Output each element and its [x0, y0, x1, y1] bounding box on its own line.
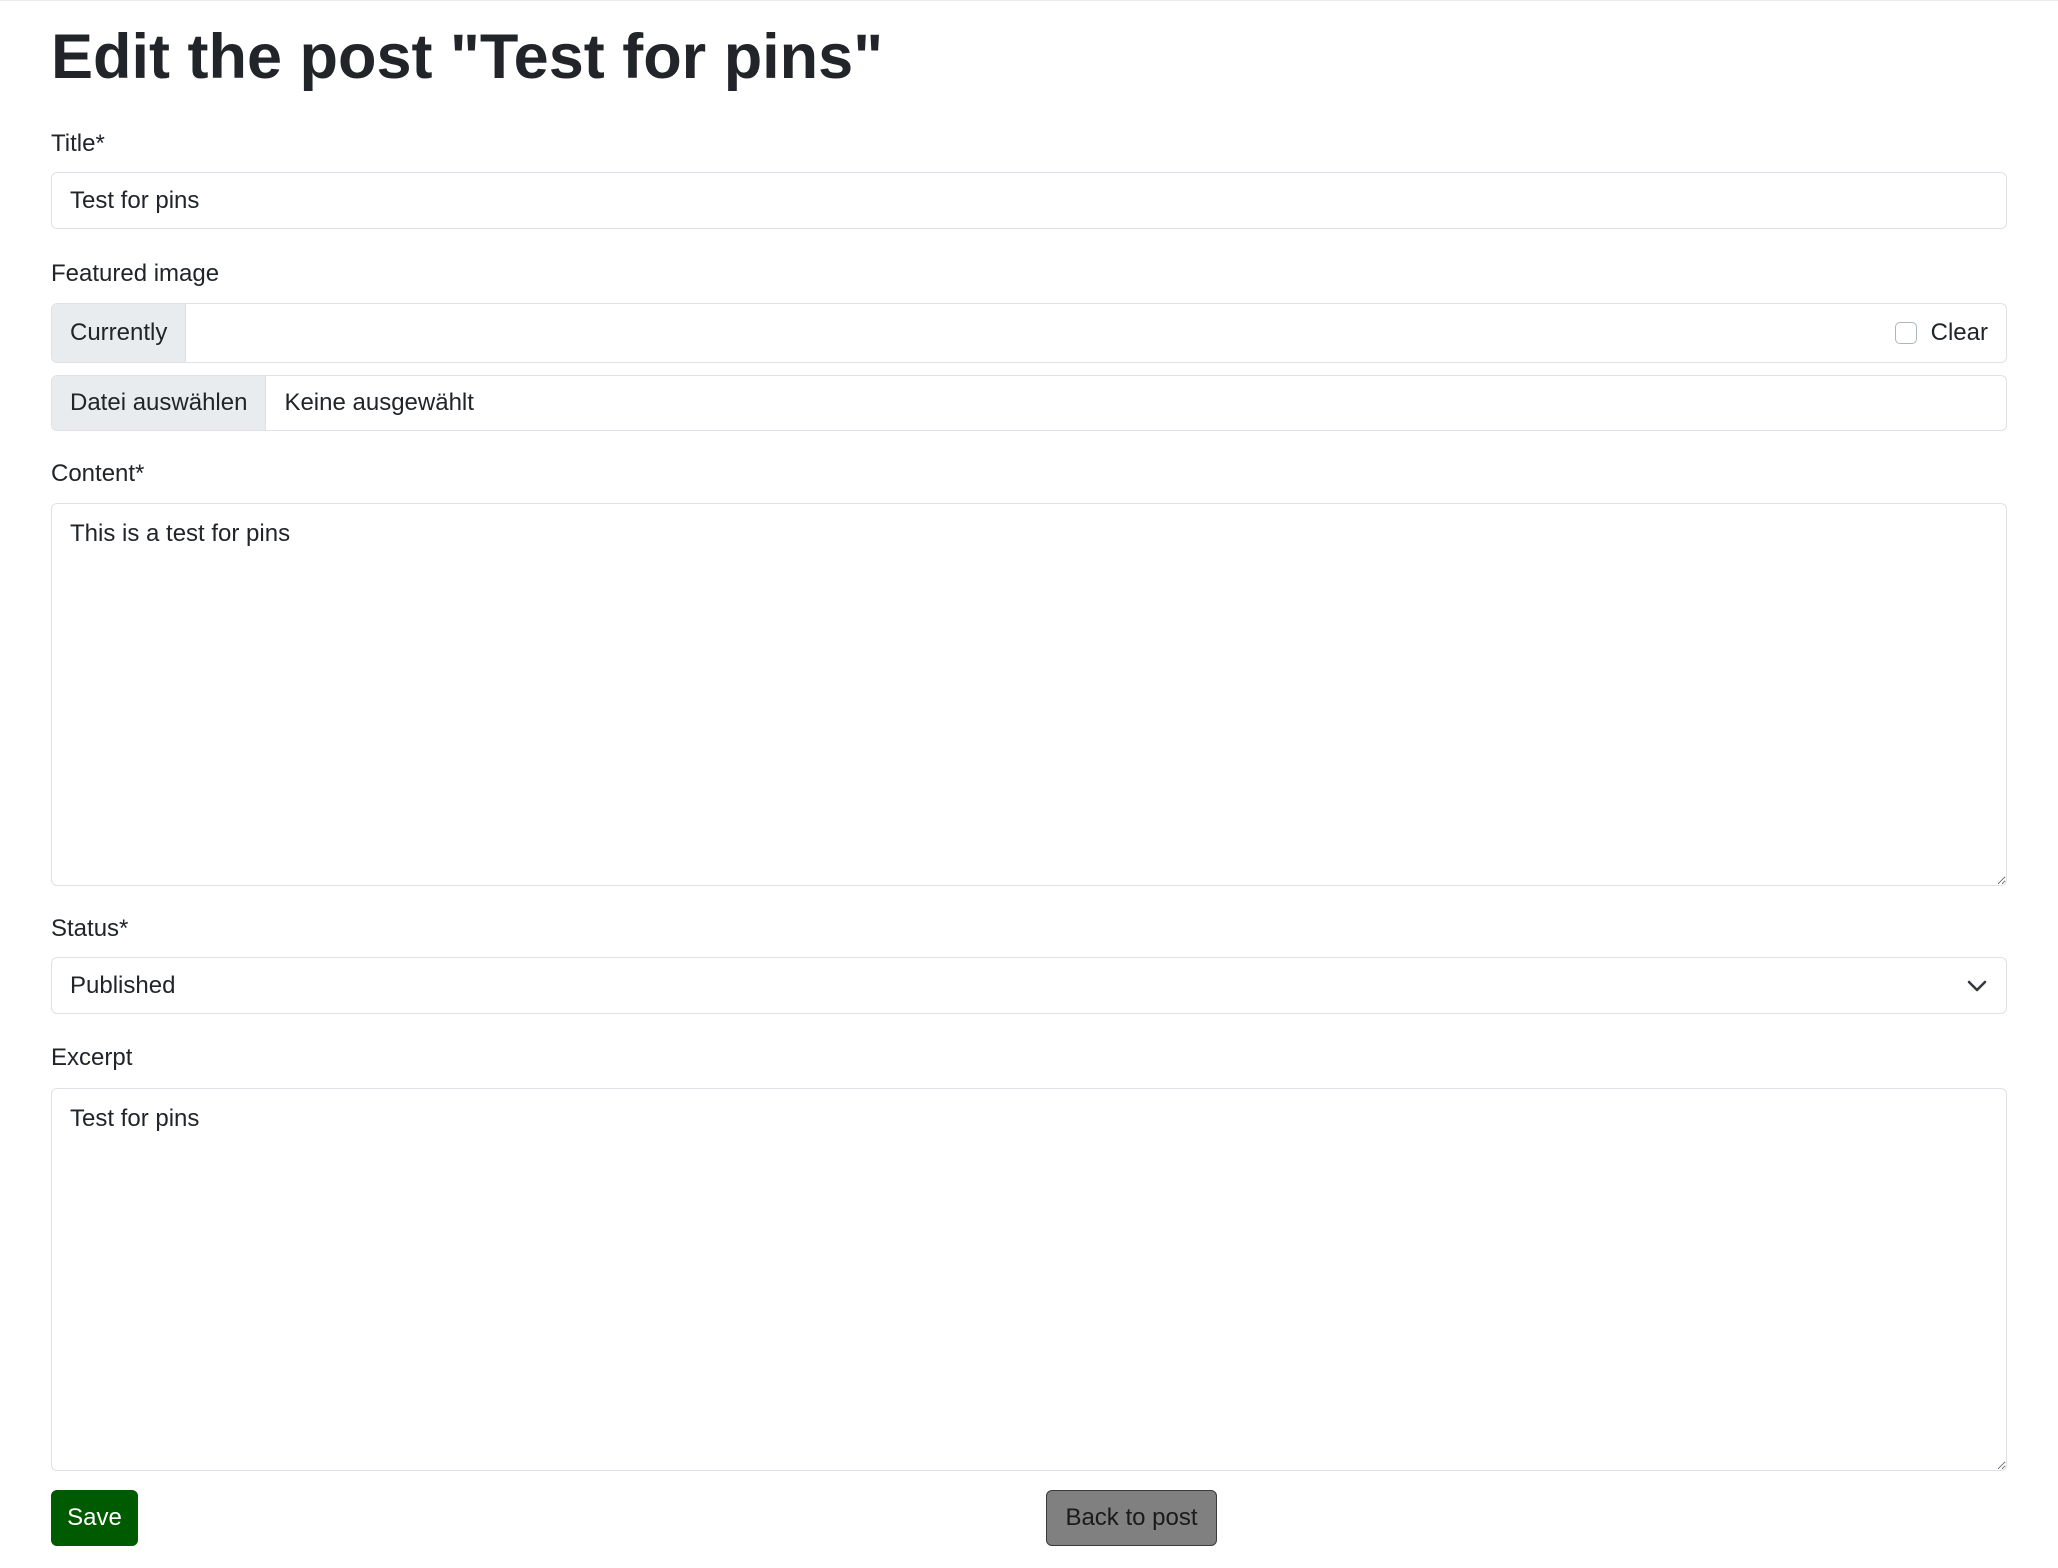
page-title: Edit the post "Test for pins"	[51, 22, 884, 92]
currently-addon: Currently	[52, 304, 187, 362]
back-to-post-button[interactable]: Back to post	[1046, 1490, 1217, 1546]
page: Edit the post "Test for pins" Title* Fea…	[0, 0, 2058, 1568]
content-textarea[interactable]: This is a test for pins	[51, 503, 2007, 886]
title-label: Title*	[51, 130, 105, 157]
status-label: Status*	[51, 915, 129, 942]
title-input[interactable]	[51, 172, 2007, 229]
status-select[interactable]: Published	[51, 957, 2007, 1014]
featured-image-label: Featured image	[51, 260, 220, 287]
file-status: Keine ausgewählt	[284, 389, 474, 416]
clear-label[interactable]: Clear	[1931, 319, 1988, 347]
status-selected-value: Published	[70, 971, 176, 999]
excerpt-textarea[interactable]: Test for pins	[51, 1088, 2007, 1471]
save-button[interactable]: Save	[51, 1490, 138, 1546]
content-label: Content*	[51, 460, 145, 487]
clear-checkbox[interactable]	[1894, 322, 1917, 344]
clear-control: Clear	[186, 304, 2006, 362]
chevron-down-icon	[1966, 975, 1988, 997]
choose-file-button[interactable]: Datei auswählen	[52, 376, 267, 430]
featured-image-file-input[interactable]: Datei auswählen Keine ausgewählt	[51, 375, 2007, 431]
excerpt-label: Excerpt	[51, 1044, 133, 1071]
featured-image-current-group: Currently Clear	[51, 303, 2007, 363]
